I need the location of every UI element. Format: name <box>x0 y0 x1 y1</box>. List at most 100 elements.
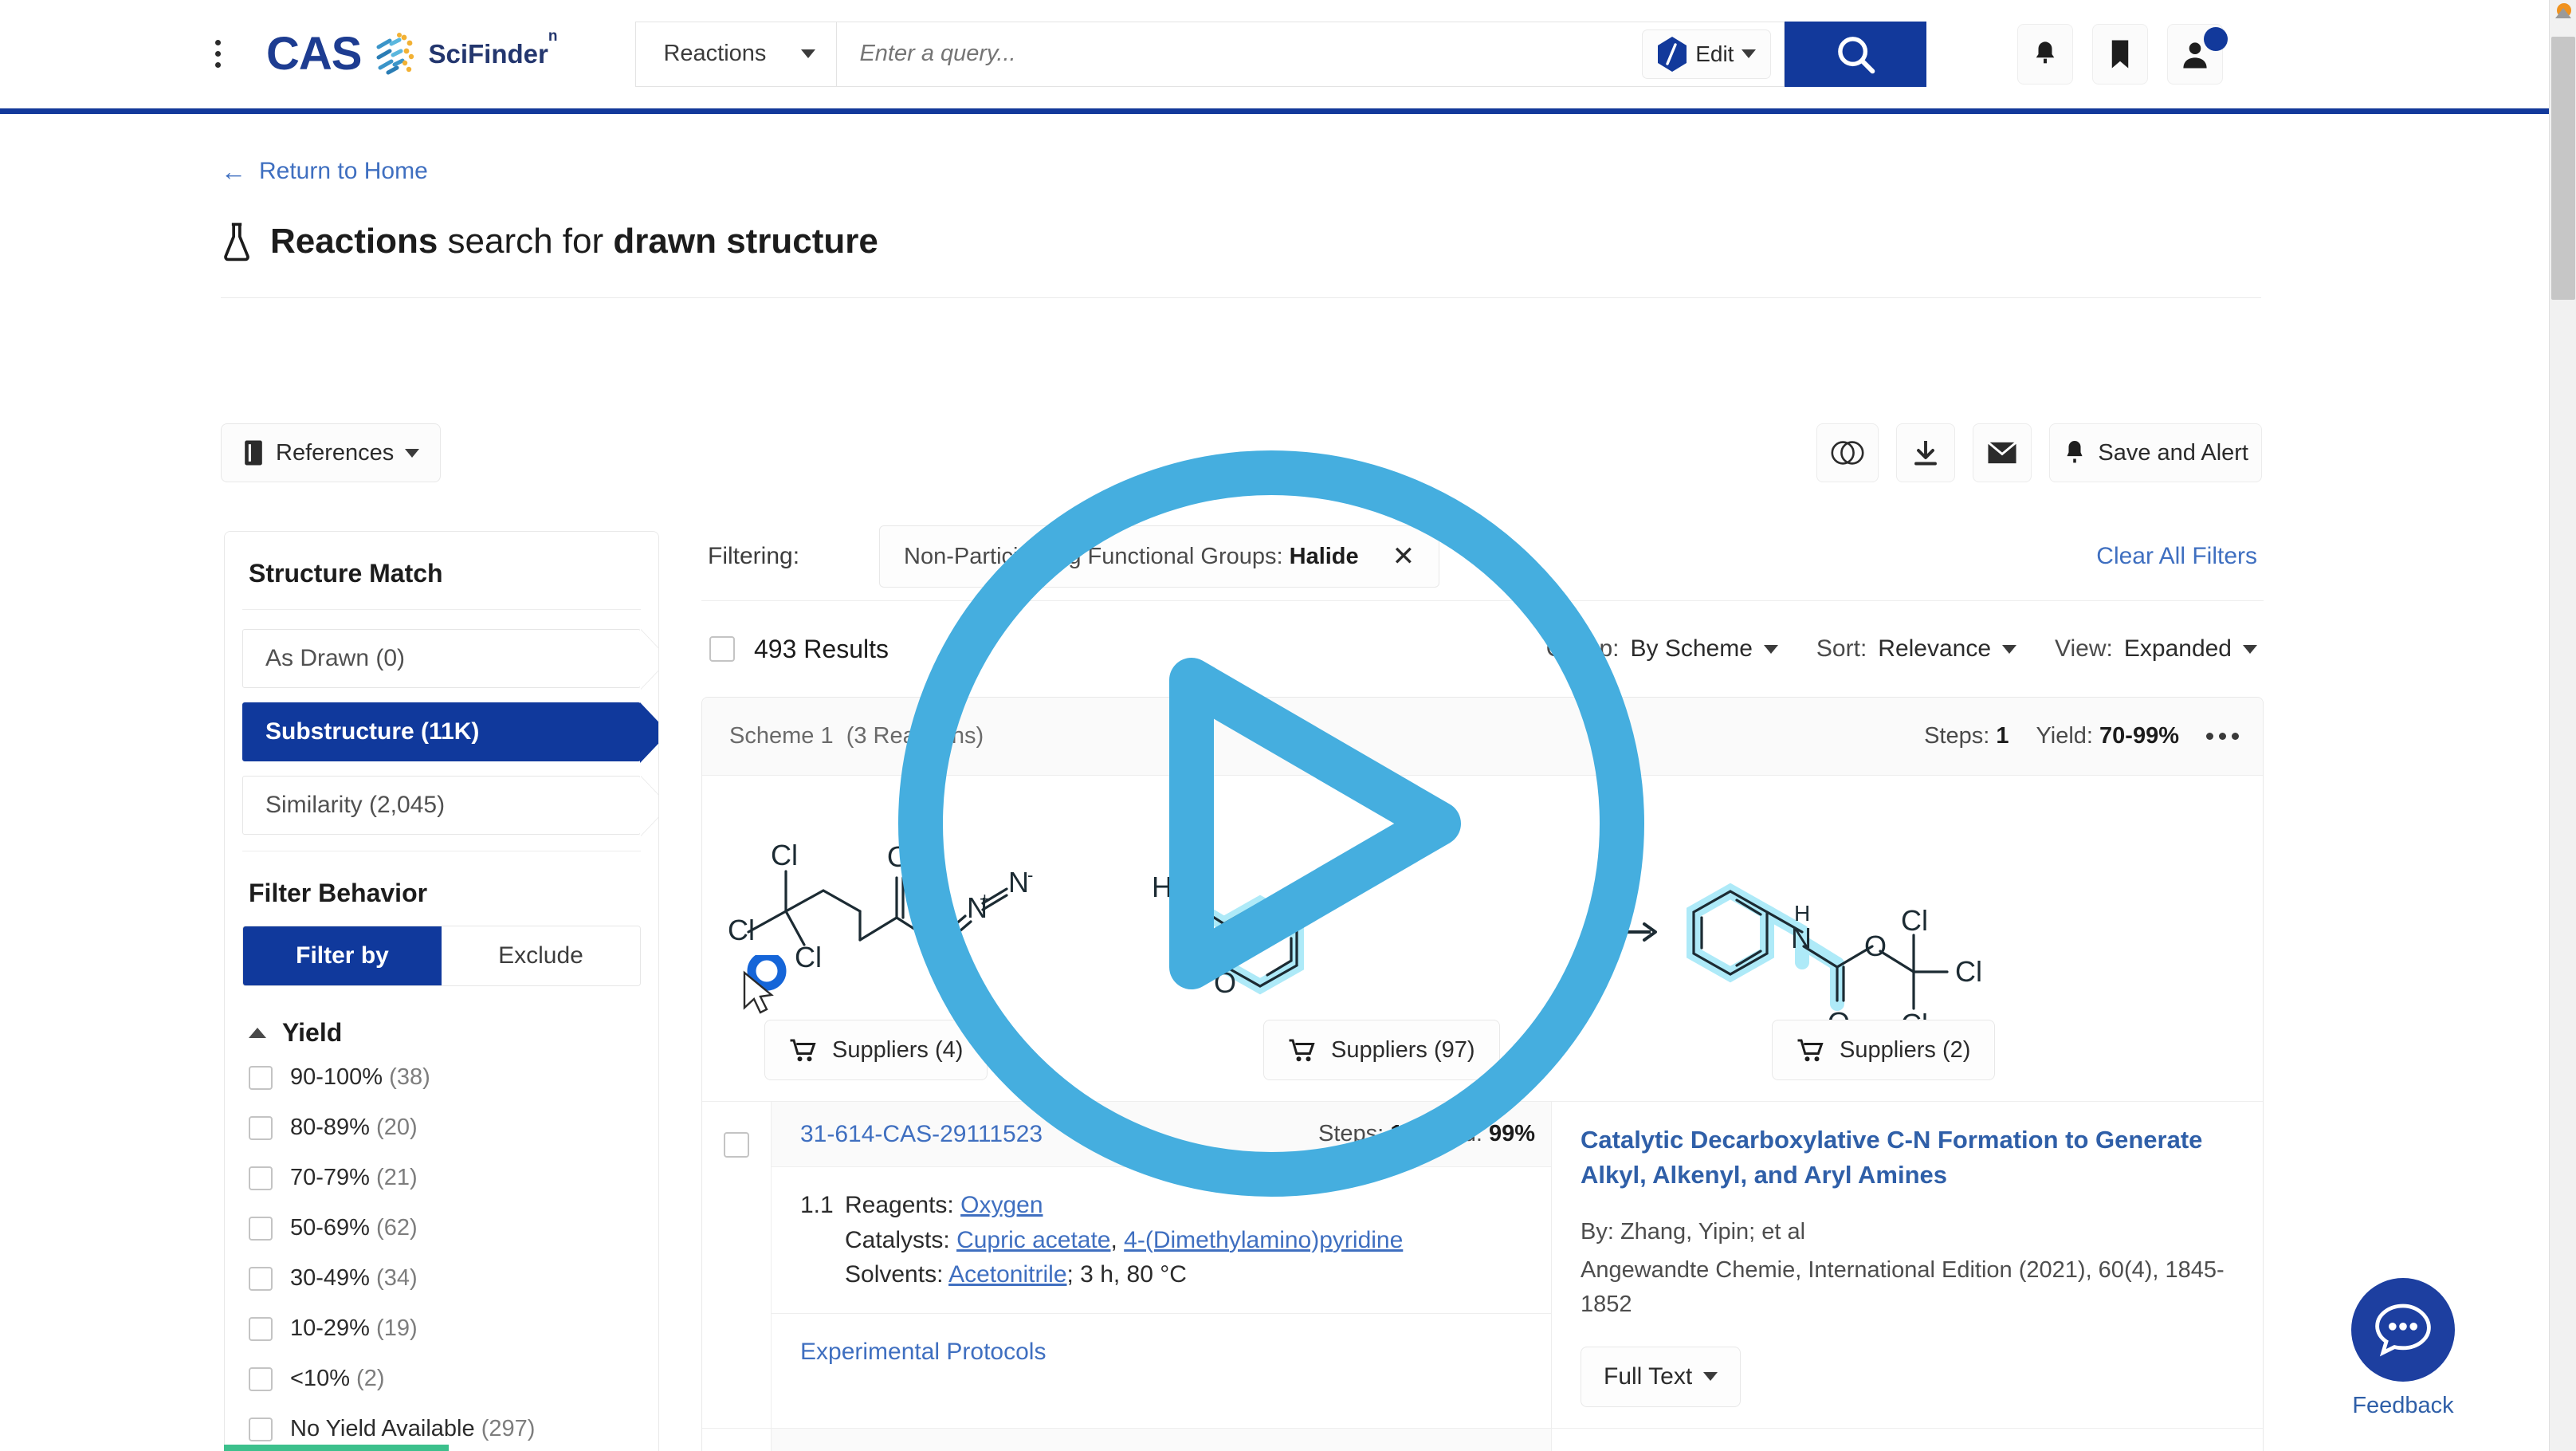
yield-option-label: 50-69% (62) <box>290 1215 418 1241</box>
return-to-home-label: Return to Home <box>259 158 428 184</box>
yield-option-row[interactable]: 70-79% (21) <box>225 1148 658 1198</box>
result-checkbox[interactable] <box>724 1132 749 1158</box>
reagents-line: 1.1 Reagents: Oxygen <box>800 1188 1522 1223</box>
bookmarks-button[interactable] <box>2092 23 2149 85</box>
yield-option-row[interactable]: 50-69% (62) <box>225 1198 658 1248</box>
catalyst-link[interactable]: 4-(Dimethylamino)pyridine <box>1124 1227 1403 1253</box>
suppliers-button-reactant2[interactable]: Suppliers (97) <box>1263 1020 1500 1080</box>
flask-icon <box>221 222 253 261</box>
full-text-button[interactable]: Full Text <box>1581 1346 1742 1407</box>
result-title-link[interactable]: Preparation of aromatic amine compounds … <box>1581 1446 2234 1451</box>
download-button[interactable] <box>1896 423 1956 482</box>
yield-option-row[interactable]: 80-89% (20) <box>225 1098 658 1148</box>
group-dropdown[interactable]: Group: By Scheme <box>1546 635 1778 663</box>
table-row: 31-614-CAS-24710609 Steps: 1 Yield: 70% … <box>702 1427 2263 1451</box>
checkbox[interactable] <box>249 1065 273 1090</box>
result-yield: Yield: 99% <box>1425 1121 1535 1146</box>
checkbox[interactable] <box>249 1216 273 1241</box>
search-type-dropdown[interactable]: Reactions <box>635 21 837 87</box>
edit-query-button[interactable]: Edit <box>1642 29 1772 79</box>
result-citation-cell: Preparation of aromatic amine compounds … <box>1552 1429 2263 1451</box>
sort-dropdown[interactable]: Sort: Relevance <box>1816 635 2017 663</box>
experimental-protocols-link[interactable]: Experimental Protocols <box>800 1339 1046 1366</box>
search-bar: Reactions Edit <box>635 21 1927 87</box>
search-input[interactable] <box>859 41 1609 67</box>
kebab-menu-icon[interactable] <box>199 40 236 68</box>
svg-text:Cl: Cl <box>1955 955 1982 988</box>
yield-option-row[interactable]: <10% (2) <box>225 1349 658 1399</box>
clear-all-filters-link[interactable]: Clear All Filters <box>2096 543 2257 570</box>
structure-option-similarity[interactable]: Similarity (2,045) <box>242 776 641 835</box>
checkbox[interactable] <box>249 1166 273 1190</box>
result-authors: By: Zhang, Yipin; et al <box>1581 1219 1806 1245</box>
scroll-up-arrow-icon[interactable] <box>2555 8 2571 18</box>
save-and-alert-button[interactable]: Save and Alert <box>2049 423 2262 482</box>
result-title-link[interactable]: Catalytic Decarboxylative C-N Formation … <box>1581 1123 2234 1193</box>
feedback-button[interactable]: Feedback <box>2319 1278 2487 1419</box>
structure-option-as-drawn[interactable]: As Drawn (0) <box>242 629 641 688</box>
bookmark-icon <box>2112 39 2129 69</box>
chevron-down-icon <box>1763 644 1778 654</box>
svg-text:N: N <box>1791 922 1812 954</box>
result-citation: Angewandte Chemie, International Edition… <box>1581 1256 2225 1318</box>
result-citation-cell: Catalytic Decarboxylative C-N Formation … <box>1552 1102 2263 1428</box>
reagent-link[interactable]: Oxygen <box>960 1192 1043 1218</box>
structure-option-label: Similarity (2,045) <box>265 792 446 818</box>
select-all-checkbox[interactable] <box>709 636 735 662</box>
results-panel: Filtering: Non-Participating Functional … <box>701 513 2264 1451</box>
yield-option-label: 30-49% (34) <box>290 1265 418 1291</box>
yield-option-row[interactable]: 30-49% (34) <box>225 1248 658 1299</box>
filter-behavior-exclude[interactable]: Exclude <box>442 926 640 985</box>
suppliers-button-product[interactable]: Suppliers (2) <box>1772 1020 1996 1080</box>
page-title-text: Reactions search for drawn structure <box>270 222 878 261</box>
notifications-button[interactable] <box>2017 23 2074 85</box>
compare-button[interactable] <box>1816 423 1879 482</box>
result-id-link[interactable]: 31-614-CAS-29111523 <box>800 1121 1043 1148</box>
references-dropdown-button[interactable]: References <box>221 423 442 482</box>
structure-option-label: Substructure (11K) <box>265 718 480 745</box>
search-submit-button[interactable] <box>1785 21 1927 87</box>
reaction-arrow-icon <box>1603 922 1657 942</box>
checkbox[interactable] <box>249 1417 273 1441</box>
filter-behavior-filter-by[interactable]: Filter by <box>243 926 442 985</box>
yield-option-row[interactable]: 10-29% (19) <box>225 1299 658 1349</box>
checkbox[interactable] <box>249 1316 273 1341</box>
solvents-line: Solvents: Acetonitrile; 3 h, 80 °C <box>845 1261 1187 1288</box>
close-icon[interactable]: ✕ <box>1392 543 1416 570</box>
search-input-area[interactable]: Edit <box>836 21 1785 87</box>
solvent-link[interactable]: Acetonitrile <box>948 1261 1066 1288</box>
scifinder-wordmark: SciFindern <box>428 27 558 69</box>
result-id-link[interactable]: 31-614-CAS-24710609 <box>800 1447 1046 1451</box>
ellipsis-icon[interactable] <box>2206 733 2239 740</box>
brand-logo[interactable]: CAS SciFindern <box>266 27 557 81</box>
yield-option-row[interactable]: No Yield Available (297) <box>225 1399 658 1449</box>
svg-text:Cl: Cl <box>728 914 755 946</box>
page-scrollbar[interactable] <box>2549 0 2576 1451</box>
chevron-down-icon <box>405 448 420 458</box>
view-dropdown[interactable]: View: Expanded <box>2055 635 2257 663</box>
app-header: CAS SciFindern Reactions Enter a query..… <box>0 0 2549 108</box>
header-actions <box>1998 23 2228 85</box>
search-icon <box>1838 36 1875 73</box>
catalyst-link[interactable]: Cupric acetate <box>956 1227 1110 1253</box>
result-meta: Steps: 1 Yield: 70% <box>1318 1448 1535 1451</box>
filter-chip-text: Non-Participating Functional Groups: Hal… <box>904 543 1359 569</box>
checkbox[interactable] <box>249 1366 273 1391</box>
yield-facet-header[interactable]: Yield <box>225 986 658 1048</box>
scheme-title: Scheme 1 (3 Reactions) <box>729 723 984 749</box>
checkbox[interactable] <box>249 1115 273 1140</box>
title-divider <box>221 297 2261 298</box>
yield-option-row[interactable]: 90-100% (38) <box>225 1048 658 1098</box>
email-icon <box>1987 441 2017 464</box>
loading-progress-bar <box>224 1445 449 1451</box>
suppliers-button-reactant1[interactable]: Suppliers (4) <box>764 1020 988 1080</box>
scrollbar-thumb[interactable] <box>2551 37 2575 300</box>
email-button[interactable] <box>1973 423 2032 482</box>
result-conditions: 1.1 Reagents: Oxygen Catalysts: Cupric ac… <box>772 1167 1551 1313</box>
active-filter-chip[interactable]: Non-Participating Functional Groups: Hal… <box>879 525 1440 588</box>
structure-option-substructure[interactable]: Substructure (11K) <box>242 702 658 763</box>
result-meta: Steps: 1 Yield: 99% <box>1318 1121 1535 1147</box>
return-to-home-link[interactable]: ← Return to Home <box>221 158 428 185</box>
checkbox[interactable] <box>249 1266 273 1291</box>
scheme-meta: Steps: 1 Yield: 70-99% <box>1924 723 2239 749</box>
